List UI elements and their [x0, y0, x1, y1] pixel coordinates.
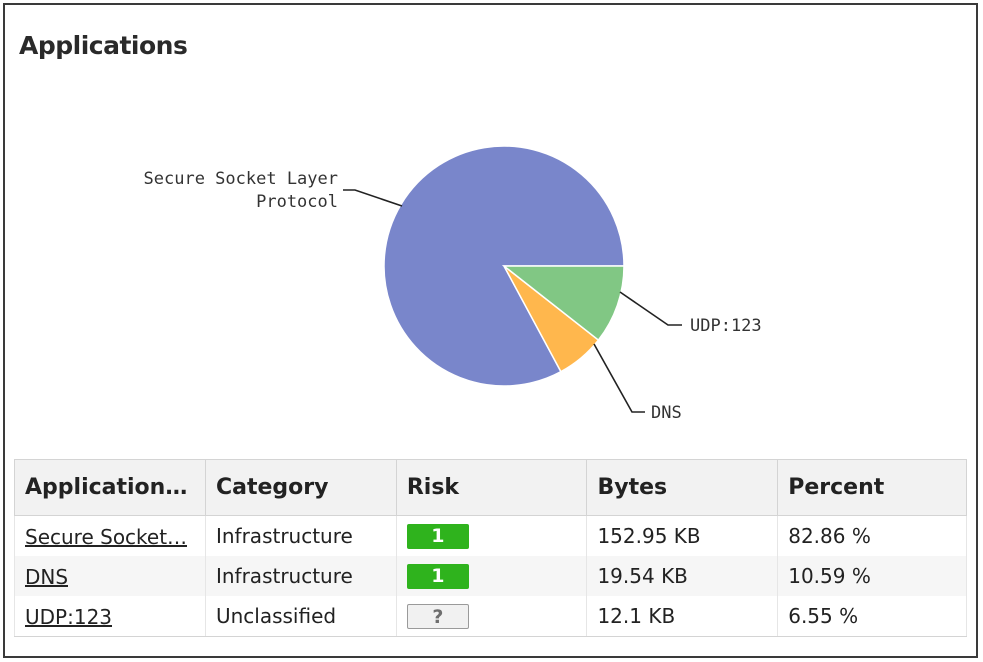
category-cell: Infrastructure	[204, 556, 397, 596]
bytes-cell: 19.54 KB	[586, 556, 779, 596]
category-cell: Infrastructure	[204, 515, 397, 556]
table-header-row: Application… Category Risk Bytes Percent	[14, 459, 967, 516]
risk-badge: 1	[406, 564, 469, 589]
table-row: Secure Socket… Infrastructure 1 152.95 K…	[14, 515, 967, 556]
dns-leader-line	[593, 343, 645, 413]
pie-label-dns: DNS	[651, 403, 682, 423]
column-header-percent[interactable]: Percent	[777, 459, 967, 516]
application-link[interactable]: UDP:123	[25, 605, 112, 629]
application-link[interactable]: Secure Socket…	[25, 525, 187, 549]
bytes-cell: 152.95 KB	[586, 515, 779, 556]
column-header-risk[interactable]: Risk	[395, 459, 588, 516]
risk-badge-unknown: ?	[406, 603, 469, 629]
pie-label-ssl-line1: Secure Socket Layer	[144, 169, 338, 189]
udp-leader-line	[619, 291, 682, 326]
application-link[interactable]: DNS	[25, 565, 68, 589]
column-header-bytes[interactable]: Bytes	[586, 459, 779, 516]
percent-cell: 10.59 %	[777, 556, 967, 596]
percent-cell: 82.86 %	[777, 515, 967, 556]
percent-cell: 6.55 %	[777, 596, 967, 637]
applications-pie-chart: Secure Socket Layer Protocol UDP:123 DNS	[144, 145, 762, 423]
pie-label-ssl-line2: Protocol	[256, 192, 338, 212]
category-cell: Unclassified	[204, 596, 397, 637]
ssl-leader-line	[343, 189, 403, 207]
column-header-application[interactable]: Application…	[14, 459, 206, 516]
table-row: DNS Infrastructure 1 19.54 KB 10.59 %	[14, 556, 967, 596]
risk-badge: 1	[406, 524, 469, 549]
bytes-cell: 12.1 KB	[586, 596, 779, 637]
column-header-category[interactable]: Category	[204, 459, 397, 516]
applications-table: Application… Category Risk Bytes Percent…	[14, 459, 967, 637]
table-row: UDP:123 Unclassified ? 12.1 KB 6.55 %	[14, 596, 967, 637]
pie-label-udp: UDP:123	[690, 316, 762, 336]
